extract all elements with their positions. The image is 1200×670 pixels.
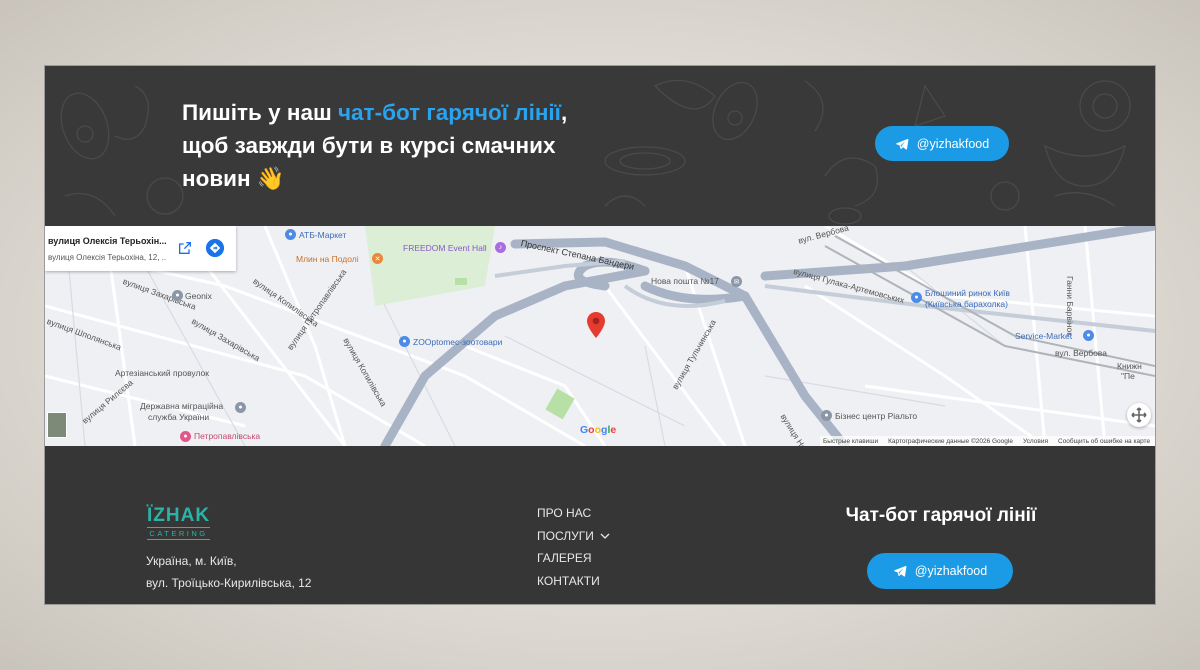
restaurant-icon: ✕ <box>372 253 383 264</box>
hotline-banner: Пишіть у наш чат-бот гарячої лінії, щоб … <box>45 66 1155 226</box>
footer-nav: ПРО НАС ПОСЛУГИ ГАЛЕРЕЯ КОНТАКТИ <box>537 502 610 592</box>
map-pin-icon[interactable] <box>587 312 605 338</box>
map-label-freedom[interactable]: FREEDOM Event Hall <box>403 243 487 253</box>
place-name[interactable]: вулиця Олексія Терьохін... <box>48 236 166 246</box>
hotline-title: Чат-бот гарячої лінії <box>845 505 1037 526</box>
waving-hand-icon: 👋 <box>256 166 285 191</box>
business-icon: ● <box>172 290 183 301</box>
event-icon: ♪ <box>495 242 506 253</box>
map-label-hanny: Ганни Барвінок <box>1065 276 1075 336</box>
nav-item-about[interactable]: ПРО НАС <box>537 502 610 525</box>
address-line-1: Україна, м. Київ, <box>146 554 237 568</box>
report-error-link[interactable]: Сообщить об ошибке на карте <box>1058 438 1150 445</box>
map-data-text: Картографические данные ©2026 Google <box>888 437 1013 445</box>
map-label-knyzh2[interactable]: "Пе <box>1121 371 1135 381</box>
business-center-icon: ● <box>821 410 832 421</box>
chevron-down-icon <box>600 533 610 539</box>
shop-icon: ● <box>285 229 296 240</box>
map-label-zoopt[interactable]: ZOOptomec-зоотовари <box>413 337 502 347</box>
map-label-knyzh1[interactable]: Книжн <box>1117 361 1142 371</box>
satellite-toggle-thumbnail[interactable] <box>47 412 67 438</box>
google-map[interactable]: вулиця Олексія Терьохін... вулиця Олексі… <box>45 226 1155 446</box>
telegram-icon <box>893 565 907 577</box>
nav-item-contacts[interactable]: КОНТАКТИ <box>537 570 610 593</box>
map-place-card: вулиця Олексія Терьохін... вулиця Олексі… <box>45 226 236 271</box>
fullscreen-icon <box>1131 407 1147 423</box>
map-label-blyshyniy1[interactable]: Блошиний ринок Київ <box>925 288 1010 298</box>
google-logo[interactable]: Google <box>580 424 616 436</box>
map-label-service[interactable]: Service-Market <box>1015 331 1072 341</box>
hotline-highlight-link[interactable]: чат-бот гарячої лінії <box>338 100 561 125</box>
map-label-artezian: Артезіанський провулок <box>115 368 209 378</box>
map-label-blyshyniy2[interactable]: (Київська барахолка) <box>925 299 1008 309</box>
map-label-geonix[interactable]: Geonix <box>185 291 212 301</box>
address-line-2: вул. Троїцько-Кирилівська, 12 <box>146 576 312 590</box>
map-label-petropavlivska-metro[interactable]: Петропавлівська <box>194 431 260 441</box>
metro-icon: ● <box>180 431 191 442</box>
telegram-button-footer[interactable]: @yizhakfood <box>867 553 1013 589</box>
telegram-button-label: @yizhakfood <box>916 136 990 151</box>
place-address: вулиця Олексія Терьохіна, 12, ... <box>48 253 166 262</box>
map-label-nova-poshta[interactable]: Нова пошта №17 <box>651 276 719 286</box>
post-office-icon: ✉ <box>731 276 742 287</box>
government-icon: ● <box>235 402 246 413</box>
market-icon: ● <box>911 292 922 303</box>
nav-item-services[interactable]: ПОСЛУГИ <box>537 525 610 548</box>
telegram-button-banner[interactable]: @yizhakfood <box>875 126 1009 161</box>
map-label-verbova2: вул. Вербова <box>1055 348 1107 358</box>
open-in-maps-icon[interactable] <box>177 240 193 256</box>
service-market-icon: ● <box>1083 330 1094 341</box>
telegram-button-label: @yizhakfood <box>914 564 988 578</box>
map-label-migration1[interactable]: Державна міграційна <box>140 401 223 411</box>
izhak-logo[interactable]: ÏZHAK CATERING <box>147 505 211 540</box>
logo-main-text: ÏZHAK <box>147 505 211 526</box>
nav-item-gallery[interactable]: ГАЛЕРЕЯ <box>537 547 610 570</box>
hotline-banner-title: Пишіть у наш чат-бот гарячої лінії, щоб … <box>182 100 568 191</box>
map-label-bizcenter[interactable]: Бізнес центр Ріальто <box>835 411 917 421</box>
map-label-atb[interactable]: АТБ-Маркет <box>299 230 346 240</box>
map-label-migration2[interactable]: служба України <box>148 412 209 422</box>
fullscreen-button[interactable] <box>1127 403 1151 427</box>
map-label-mlyn[interactable]: Млин на Подолі <box>296 254 359 264</box>
map-attribution-bar: Быстрые клавиши Картографические данные … <box>820 436 1155 446</box>
terms-link[interactable]: Условия <box>1023 438 1048 445</box>
pet-store-icon: ● <box>399 336 410 347</box>
website-footer-frame: Пишіть у наш чат-бот гарячої лінії, щоб … <box>44 65 1156 605</box>
directions-icon[interactable] <box>206 239 224 257</box>
telegram-icon <box>895 138 909 149</box>
logo-sub-text: CATERING <box>147 527 211 540</box>
site-footer: ÏZHAK CATERING Україна, м. Київ, вул. Тр… <box>45 446 1155 604</box>
keyboard-shortcuts-link[interactable]: Быстрые клавиши <box>823 438 878 445</box>
